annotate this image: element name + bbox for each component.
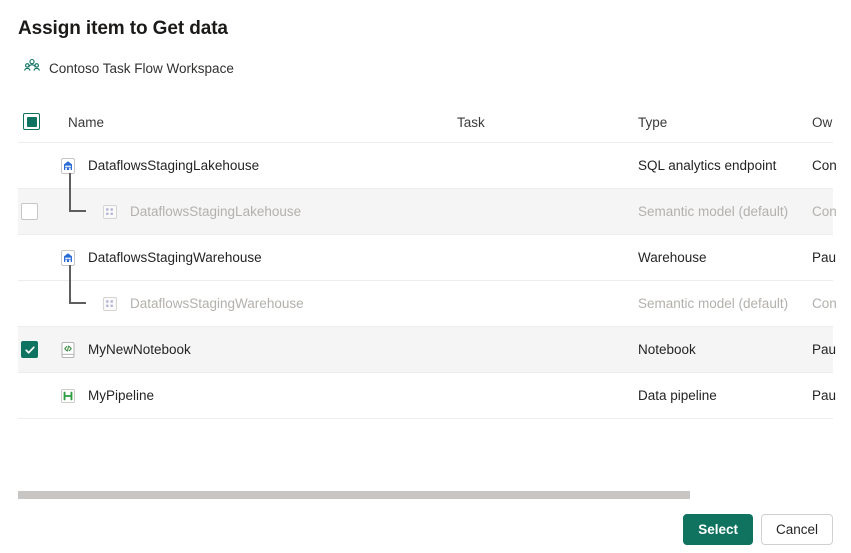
select-button[interactable]: Select [683,514,753,545]
row-type-cell: Semantic model (default) [638,281,788,326]
table-header-row: Name Task Type Ow [18,104,833,143]
row-name-cell[interactable]: DataflowsStagingWarehouse [88,235,262,280]
row-owner-cell: Pau [812,327,836,372]
column-header-type[interactable]: Type [638,115,667,130]
row-type-cell: SQL analytics endpoint [638,143,776,188]
row-owner-cell: Con [812,143,837,188]
checkbox-indeterminate-icon [23,113,40,130]
tree-connector-elbow [69,210,86,212]
tree-connector-elbow [69,302,86,304]
row-checkbox[interactable] [21,327,38,372]
row-name-cell[interactable]: MyPipeline [88,373,154,418]
warehouse-icon [58,248,78,268]
tree-connector-riser [69,173,71,211]
workspace-name: Contoso Task Flow Workspace [49,61,234,76]
row-checkbox[interactable] [21,189,38,234]
checkbox-unchecked-icon [21,203,38,220]
items-table: Name Task Type Ow DataflowsStagingLakeho… [0,104,851,419]
row-owner-cell: Pau [812,235,836,280]
horizontal-scrollbar-thumb[interactable] [18,491,690,499]
table-row[interactable]: DataflowsStagingWarehouse Warehouse Pau [18,235,833,281]
page-title: Assign item to Get data [18,18,228,40]
notebook-icon [58,340,78,360]
semantic-model-icon [100,294,120,314]
row-item-icon [58,143,78,188]
tree-connector-riser [69,265,71,303]
data-pipeline-icon [58,386,78,406]
semantic-model-icon [100,202,120,222]
row-owner-cell: Pau [812,373,836,418]
row-item-icon [58,327,78,372]
column-header-name[interactable]: Name [68,115,104,130]
column-header-task[interactable]: Task [457,115,485,130]
breadcrumb: Contoso Task Flow Workspace [24,58,234,79]
row-owner-cell: Con [812,189,837,234]
row-item-icon [58,373,78,418]
table-row[interactable]: DataflowsStagingWarehouse Semantic model … [18,281,833,327]
checkbox-checked-icon [21,341,38,358]
row-type-cell: Warehouse [638,235,707,280]
table-row[interactable]: MyNewNotebook Notebook Pau [18,327,833,373]
cancel-button[interactable]: Cancel [761,514,833,545]
row-type-cell: Data pipeline [638,373,717,418]
table-row[interactable]: DataflowsStagingLakehouse Semantic model … [18,189,833,235]
row-name-cell[interactable]: DataflowsStagingLakehouse [130,189,301,234]
table-row[interactable]: DataflowsStagingLakehouse SQL analytics e… [18,143,833,189]
row-name-cell[interactable]: MyNewNotebook [88,327,191,372]
row-name-cell[interactable]: DataflowsStagingWarehouse [130,281,304,326]
column-header-owner[interactable]: Ow [812,115,832,130]
row-type-cell: Semantic model (default) [638,189,788,234]
row-item-icon [100,281,120,326]
select-all-checkbox[interactable] [23,113,40,130]
row-owner-cell: Con [812,281,837,326]
row-item-icon [58,235,78,280]
people-group-icon [24,58,40,79]
row-name-cell[interactable]: DataflowsStagingLakehouse [88,143,259,188]
row-item-icon [100,189,120,234]
table-row[interactable]: MyPipeline Data pipeline Pau [18,373,833,419]
table-body: DataflowsStagingLakehouse SQL analytics e… [0,143,851,419]
lakehouse-icon [58,156,78,176]
row-type-cell: Notebook [638,327,696,372]
dialog-footer: Select Cancel [0,505,851,553]
